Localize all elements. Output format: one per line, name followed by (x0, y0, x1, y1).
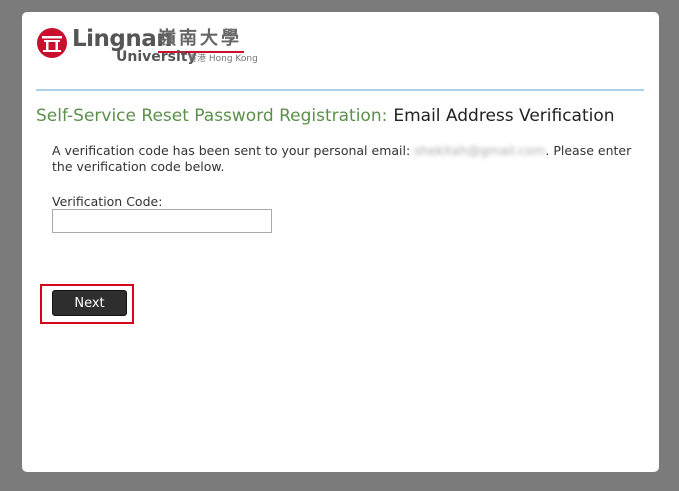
page-title: Self-Service Reset Password Registration… (36, 105, 615, 127)
logo-sub-en: University (116, 49, 197, 65)
logo-location: 香港 Hong Kong (188, 54, 258, 64)
next-button[interactable]: Next (52, 290, 127, 316)
header-divider (36, 89, 644, 91)
verification-dialog: Lingnan 嶺南大學 University 香港 Hong Kong Sel… (22, 12, 659, 472)
masked-email: shekitah@gmail.com (414, 143, 546, 158)
page-title-main: Self-Service Reset Password Registration… (36, 106, 388, 126)
verification-message: A verification code has been sent to you… (52, 143, 648, 175)
lingnan-emblem-icon (37, 28, 67, 58)
message-prefix: A verification code has been sent to you… (52, 143, 411, 158)
university-logo: Lingnan 嶺南大學 University 香港 Hong Kong (36, 25, 258, 69)
verification-code-label: Verification Code: (52, 194, 163, 209)
logo-name-zh: 嶺南大學 (158, 28, 242, 49)
page-title-step: Email Address Verification (393, 106, 615, 126)
verification-code-input[interactable] (52, 209, 272, 233)
